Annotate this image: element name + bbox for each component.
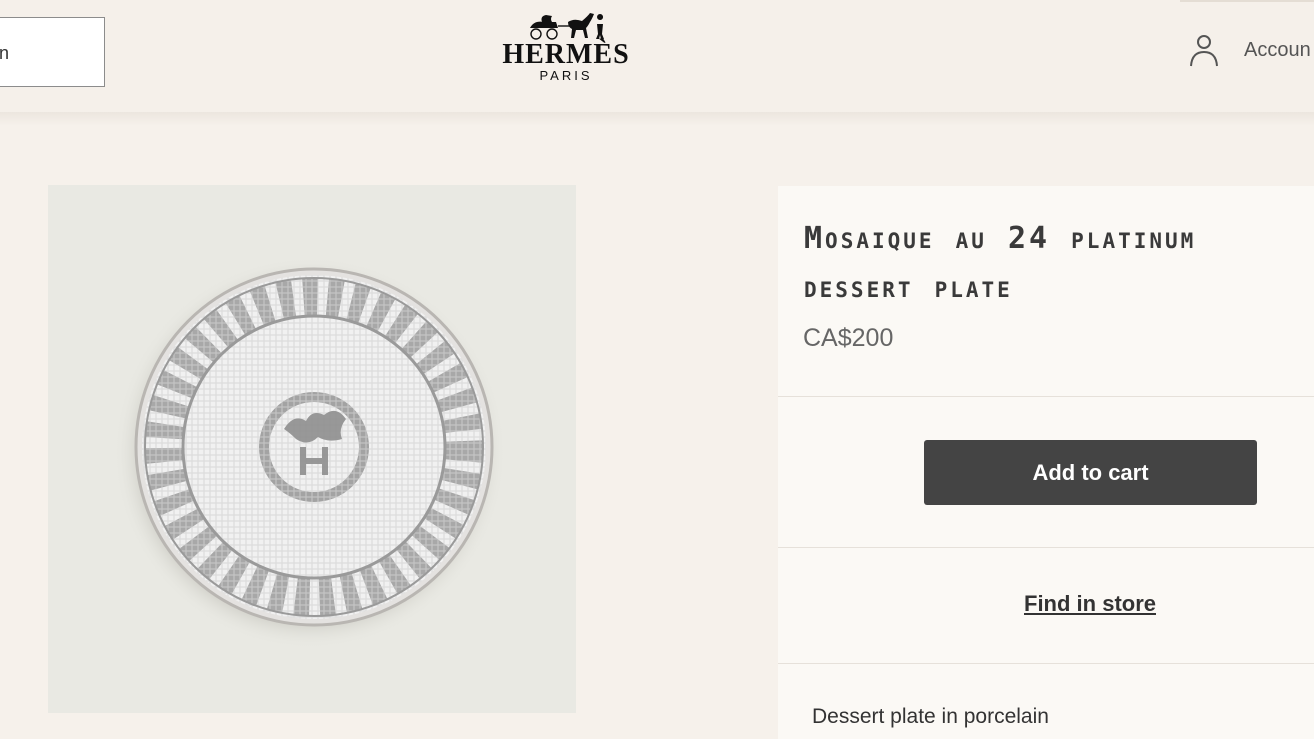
header-shadow [0, 112, 1314, 126]
product-info-panel: Mosaique au 24 platinum dessert plate CA… [778, 186, 1314, 739]
find-in-store-link[interactable]: Find in store [778, 591, 1314, 617]
brand-logo[interactable]: HERMÈS PARIS [488, 10, 644, 92]
divider [778, 547, 1314, 548]
product-image[interactable] [48, 185, 576, 713]
product-title: Mosaique au 24 platinum dessert plate [804, 221, 1197, 305]
divider [778, 396, 1314, 397]
search-input[interactable]: n [0, 17, 105, 87]
divider [778, 663, 1314, 664]
logo-wordmark: HERMÈS [502, 39, 630, 70]
dessert-plate-image [114, 257, 506, 649]
product-price: CA$200 [803, 324, 894, 352]
product-description: Dessert plate in porcelain [812, 705, 1049, 728]
site-header: n HERMÈS PARIS Accoun [0, 0, 1314, 112]
user-icon [1190, 35, 1218, 67]
header-top-divider [1180, 0, 1314, 2]
add-to-cart-label: Add to cart [1032, 459, 1149, 485]
account-label: Accoun [1244, 38, 1311, 61]
account-link[interactable]: Accoun [1188, 30, 1311, 70]
search-input-text: n [0, 43, 10, 63]
carriage-logo-icon [530, 13, 604, 40]
logo-subtitle: PARIS [539, 68, 593, 83]
add-to-cart-button[interactable]: Add to cart [924, 440, 1257, 505]
